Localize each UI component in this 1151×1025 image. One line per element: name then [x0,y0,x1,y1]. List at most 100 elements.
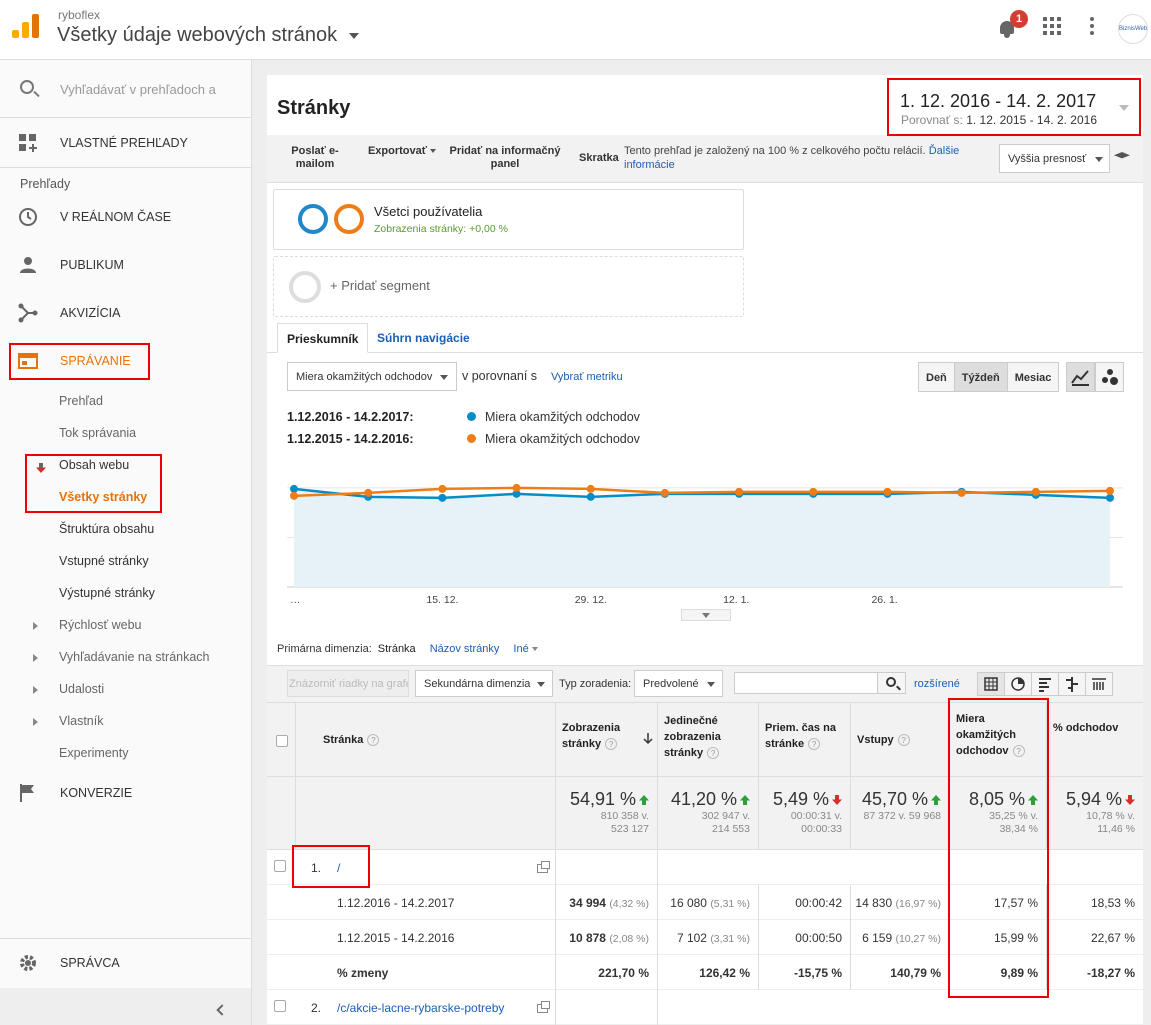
col-header-bounce-rate[interactable]: Miera okamžitých odchodov? [949,703,1046,777]
expand-right-icon[interactable] [33,718,38,726]
sidebar-item-custom-reports[interactable]: VLASTNÉ PREHĽADY [0,131,251,155]
collapse-sidebar-button[interactable] [0,988,251,1025]
sidebar-item-acquisition[interactable]: AKVIZÍCIA [0,301,251,325]
precision-select[interactable]: Vyššia presnosť [999,144,1110,173]
help-icon[interactable]: ? [707,747,720,760]
col-header-entrances[interactable]: Vstupy? [850,703,949,777]
account-name[interactable]: ryboflex [58,8,100,22]
col-header-avg-time[interactable]: Priem. čas na stránke? [758,703,850,777]
sidebar-item-site-search[interactable]: Vyhľadávanie na stránkach [59,650,210,664]
tab-navigation-summary[interactable]: Súhrn navigácie [368,323,479,353]
series-area [294,488,1110,587]
help-icon[interactable]: ? [897,734,910,747]
open-external-icon[interactable] [537,861,550,873]
advanced-filter-link[interactable]: rozšírené [914,678,960,690]
more-vert-icon[interactable] [1090,17,1094,35]
avatar[interactable]: BiznisWeb [1118,14,1148,44]
sort-type-select[interactable]: Predvolené [634,670,723,697]
pivot-view-button[interactable] [1085,672,1113,696]
sidebar-item-content-drilldown[interactable]: Štruktúra obsahu [59,522,154,536]
plot-rows-button[interactable]: Znázorniť riadky na grafe [287,670,409,697]
help-icon[interactable]: ? [808,738,821,751]
sidebar-item-flow[interactable]: Tok správania [59,426,136,440]
chevron-down-icon[interactable] [349,33,359,39]
segment-sub: Zobrazenia stránky: +0,00 % [374,223,508,235]
table-view-button[interactable] [977,672,1005,696]
chart-expand-button[interactable] [681,609,731,621]
data-point [438,484,447,493]
sidebar-item-overview[interactable]: Prehľad [59,394,103,408]
select-all-checkbox[interactable] [276,735,288,747]
apps-grid-icon[interactable] [1043,17,1061,35]
shortcut-button[interactable]: Skratka [579,152,619,165]
line-chart[interactable]: 50,00 %25,00 %…15. 12.29. 12.12. 1.26. 1… [287,453,1127,623]
email-button[interactable]: Poslať e- mailom [285,145,345,171]
property-selector[interactable]: Všetky údaje webových stránok [57,24,337,47]
row-page-link[interactable]: / [337,861,340,875]
expand-right-icon[interactable] [33,654,38,662]
pivot-icon [1092,678,1106,690]
line-chart-button[interactable] [1066,362,1095,392]
add-segment-button[interactable]: + Pridať segment [273,256,744,317]
choose-metric-link[interactable]: Vybrať metriku [551,371,623,383]
col-header-unique-pageviews[interactable]: Jedinečné zobrazenia stránky? [657,703,758,777]
secondary-dimension-select[interactable]: Sekundárna dimenzia [415,670,553,697]
table-row[interactable]: 2. /c/akcie-lacne-rybarske-potreby [267,990,1143,1025]
sidebar-item-landing-pages[interactable]: Vstupné stránky [59,554,149,568]
tab-explorer[interactable]: Prieskumník [277,323,369,353]
expand-right-icon[interactable] [33,622,38,630]
col-header-page[interactable]: Stránka? [295,703,555,777]
sidebar-item-experiments[interactable]: Experimenty [59,746,128,760]
period-label: 1.12.2016 - 14.2.2017 [337,896,455,910]
col-header-exit-rate[interactable]: % odchodov [1046,703,1143,777]
open-external-icon[interactable] [537,1001,550,1013]
chevron-down-icon[interactable] [1119,105,1129,111]
col-header-pageviews[interactable]: Zobrazenia stránky? [555,703,657,777]
cell-pct: (5,31 %) [710,898,750,910]
dimension-page-title[interactable]: Názov stránky [430,643,500,655]
sidebar-item-events[interactable]: Udalosti [59,682,104,696]
comparison-view-button[interactable] [1058,672,1086,696]
add-to-dashboard-button[interactable]: Pridať na informačný panel [445,145,565,171]
sidebar-search[interactable]: Vyhľadávať v prehľadoch a [0,60,251,118]
percentage-view-button[interactable] [1004,672,1032,696]
sidebar-item-publisher[interactable]: Vlastník [59,714,103,728]
sidebar-item-realtime[interactable]: V REÁLNOM ČASE [0,205,251,229]
motion-chart-button[interactable] [1095,362,1124,392]
table-search-input[interactable] [734,672,878,694]
clock-icon [19,208,37,226]
date-range-picker[interactable]: 1. 12. 2016 - 14. 2. 2017 [900,91,1096,112]
sidebar-item-admin[interactable]: SPRÁVCA [0,951,251,975]
sidebar-item-conversions[interactable]: KONVERZIE [0,781,251,805]
expand-right-icon[interactable] [33,686,38,694]
help-icon[interactable]: ? [367,734,380,747]
performance-view-button[interactable] [1031,672,1059,696]
sidebar-item-behavior[interactable]: SPRÁVANIE [0,349,251,373]
week-button[interactable]: Týždeň [953,362,1008,392]
table-header: Stránka? Zobrazenia stránky? Jedinečné z… [267,702,1143,777]
sidebar-item-site-content[interactable]: Obsah webu [59,458,129,472]
sidebar-item-site-speed[interactable]: Rýchlosť webu [59,618,142,632]
help-icon[interactable]: ? [605,738,618,751]
month-button[interactable]: Mesiac [1006,362,1060,392]
expand-down-icon[interactable] [36,463,46,473]
table-search-button[interactable] [877,672,906,694]
sidebar-item-audience[interactable]: PUBLIKUM [0,253,251,277]
row-page-link[interactable]: /c/akcie-lacne-rybarske-potreby [337,1001,504,1015]
dimension-other[interactable]: Iné [513,643,538,655]
segment-all-users[interactable]: Všetci používatelia Zobrazenia stránky: … [273,189,744,250]
help-icon[interactable]: ? [1012,745,1025,758]
export-button[interactable]: Exportovať [367,145,437,158]
compare-range[interactable]: Porovnať s: 1. 12. 2015 - 14. 2. 2016 [901,113,1097,127]
row-checkbox[interactable] [274,1000,286,1012]
metric-select[interactable]: Miera okamžitých odchodov [287,362,457,391]
table-row[interactable]: 1. / [267,850,1143,885]
dimension-page[interactable]: Stránka [378,643,416,655]
day-button[interactable]: Deň [918,362,955,392]
sidebar-item-exit-pages[interactable]: Výstupné stránky [59,586,155,600]
row-checkbox[interactable] [274,860,286,872]
sidebar-item-all-pages[interactable]: Všetky stránky [59,490,147,504]
sort-desc-icon[interactable] [643,733,653,745]
search-input[interactable]: Vyhľadávať v prehľadoch a [60,82,216,97]
analytics-logo-icon[interactable] [12,14,40,40]
